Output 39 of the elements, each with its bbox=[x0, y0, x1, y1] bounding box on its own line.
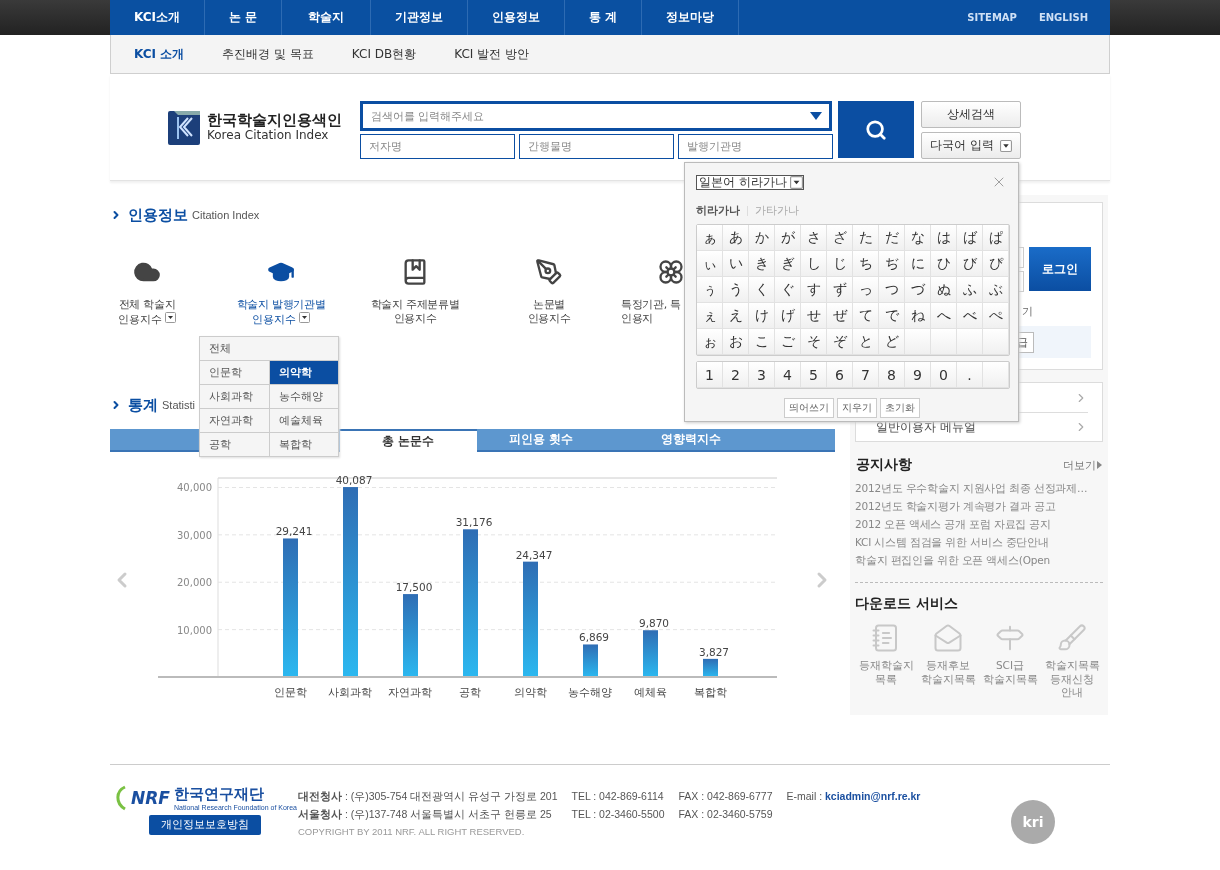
value-label: 9,870 bbox=[638, 617, 670, 630]
org-name: 한국연구재단 bbox=[174, 785, 265, 804]
value-label: 6,869 bbox=[578, 631, 610, 644]
logo-title: 한국학술지인용색인 bbox=[207, 112, 342, 129]
email-label: E-mail : bbox=[786, 790, 823, 802]
office-address: 대전청사 : (우)305-754 대전광역시 유성구 가정로 201 bbox=[298, 790, 558, 804]
value-label: 24,347 bbox=[515, 548, 553, 561]
y-tick-label: 10,000 bbox=[177, 624, 212, 636]
section-subtitle: Statisti bbox=[162, 399, 195, 411]
section-title: 인용정보 bbox=[128, 205, 188, 225]
logo-mark: NRF bbox=[131, 788, 170, 808]
value-label: 17,500 bbox=[395, 581, 433, 594]
category-label: 의약학 bbox=[513, 686, 547, 699]
copyright-text: COPYRIGHT BY 2011 NRF. ALL RIGHT RESERVED. bbox=[298, 826, 526, 837]
section-title: 통계 bbox=[128, 395, 158, 415]
logo-subtitle: Korea Citation Index bbox=[207, 128, 329, 142]
phone-number: TEL : 042-869-6114 bbox=[571, 790, 665, 804]
value-label: 31,176 bbox=[455, 516, 493, 529]
fax-number: FAX : 02-3460-5759 bbox=[678, 808, 773, 822]
downloads-title: 다운로드 서비스 bbox=[855, 595, 958, 611]
category-label: 예체육 bbox=[633, 686, 667, 699]
category-label: 농수해양 bbox=[568, 686, 612, 699]
value-label: 3,827 bbox=[698, 645, 730, 658]
category-label: 복합학 bbox=[693, 686, 727, 699]
value-label: 29,241 bbox=[275, 525, 313, 538]
category-label: 사회과학 bbox=[328, 686, 372, 699]
category-label: 자연과학 bbox=[388, 686, 432, 699]
section-subtitle: Citation Index bbox=[192, 209, 260, 221]
category-label: 공학 bbox=[459, 686, 481, 699]
y-tick-label: 20,000 bbox=[177, 577, 212, 589]
y-tick-label: 40,000 bbox=[177, 482, 212, 494]
fax-number: FAX : 042-869-6777 bbox=[678, 790, 773, 804]
notice-title: 공지사항 bbox=[856, 456, 912, 474]
phone-number: TEL : 02-3460-5500 bbox=[571, 808, 665, 822]
value-label: 40,087 bbox=[335, 474, 373, 487]
kri-logo: kri bbox=[1011, 800, 1055, 844]
category-label: 인문학 bbox=[273, 686, 307, 699]
y-tick-label: 30,000 bbox=[177, 529, 212, 541]
office-address: 서울청사 : (우)137-748 서울특별시 서초구 헌릉로 25 bbox=[298, 808, 553, 822]
